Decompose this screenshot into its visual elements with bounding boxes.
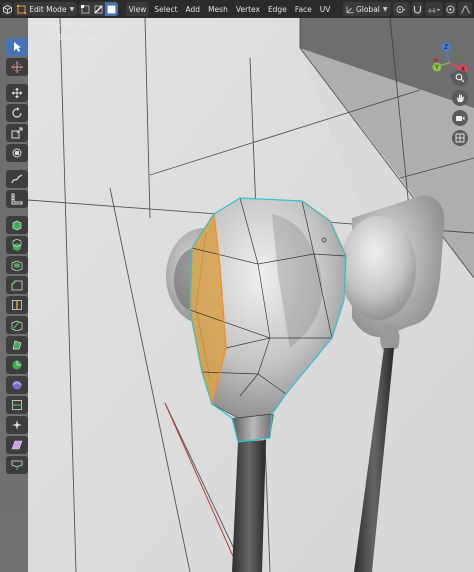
knife-tool[interactable]: [6, 316, 28, 334]
loop-cut-icon: [12, 300, 22, 310]
pivot-point-dropdown[interactable]: [392, 2, 410, 16]
mode-dropdown[interactable]: Edit Mode ▼: [14, 2, 78, 16]
transform-orientation-dropdown[interactable]: Global ▼: [342, 2, 391, 16]
select-mode-group: [79, 2, 119, 16]
viewport-scene: [0, 18, 474, 572]
menu-mesh[interactable]: Mesh: [205, 2, 231, 16]
face-select-button[interactable]: [105, 2, 119, 16]
editor-type-button[interactable]: [2, 2, 13, 16]
projection-toggle-button[interactable]: [452, 130, 468, 146]
tool-shelf: [6, 38, 28, 474]
rotate-tool[interactable]: [6, 104, 28, 122]
snap-target-dropdown[interactable]: [424, 2, 444, 16]
shear-tool[interactable]: [6, 436, 28, 454]
move-arrows-icon: [11, 87, 23, 99]
falloff-dropdown[interactable]: [458, 2, 472, 16]
vertex-select-button[interactable]: [79, 2, 93, 16]
proportional-edit-icon: [446, 5, 455, 13]
edge-slide-tool[interactable]: [6, 396, 28, 414]
axes-icon: [346, 5, 354, 13]
poly-build-icon: [12, 340, 22, 350]
falloff-curve-icon: [460, 5, 470, 13]
shrink-fatten-tool[interactable]: [6, 416, 28, 434]
hand-icon: [457, 94, 464, 102]
cursor-icon: [14, 42, 21, 52]
menu-vertex[interactable]: Vertex: [233, 2, 263, 16]
menu-face[interactable]: Face: [292, 2, 315, 16]
inset-icon: [11, 260, 23, 271]
scale-icon: [11, 127, 23, 139]
camera-view-button[interactable]: [452, 110, 468, 126]
bevel-tool[interactable]: [6, 276, 28, 294]
z-axis-label: Z: [444, 44, 448, 51]
menu-add[interactable]: Add: [183, 2, 204, 16]
rip-icon: [11, 460, 23, 470]
edge-select-icon: [94, 5, 103, 13]
edge-slide-icon: [12, 400, 22, 410]
scale-tool[interactable]: [6, 124, 28, 142]
extrude-icon: [12, 239, 22, 251]
add-cube-icon: [12, 220, 22, 231]
mode-label: Edit Mode: [29, 4, 67, 14]
shrink-fatten-icon: [12, 420, 22, 430]
snap-increment-icon: [427, 7, 440, 13]
viewport-header: Edit Mode ▼ View Select Add Mesh Vertex …: [0, 0, 474, 18]
menu-edge[interactable]: Edge: [265, 2, 290, 16]
menu-select[interactable]: Select: [151, 2, 180, 16]
rip-tool[interactable]: [6, 456, 28, 474]
edit-mode-icon: [17, 4, 27, 14]
measure-tool[interactable]: [6, 190, 28, 208]
spin-icon: [12, 360, 22, 370]
move-tool[interactable]: [6, 84, 28, 102]
extrude-tool[interactable]: [6, 236, 28, 254]
cube-icon: [2, 4, 12, 14]
spin-tool[interactable]: [6, 356, 28, 374]
object-label: (0) Box001.001: [44, 33, 102, 42]
pivot-icon: [396, 5, 406, 13]
transform-tool[interactable]: [6, 144, 28, 162]
transform-icon: [12, 148, 22, 158]
face-select-icon: [107, 5, 116, 13]
ruler-icon: [11, 193, 23, 205]
camera-icon: [456, 116, 465, 121]
orientation-label: Global: [355, 4, 380, 14]
magnet-icon: [413, 5, 421, 14]
cursor-tool[interactable]: [6, 58, 28, 76]
snap-toggle[interactable]: [411, 2, 423, 16]
proportional-edit-toggle[interactable]: [445, 2, 457, 16]
add-cube-tool[interactable]: [6, 216, 28, 234]
3d-cursor-icon: [11, 61, 23, 73]
annotate-icon: [11, 174, 23, 184]
chevron-down-icon: ▼: [69, 5, 75, 13]
select-box-tool[interactable]: [6, 38, 28, 56]
menu-uv[interactable]: UV: [317, 2, 334, 16]
bevel-icon: [11, 280, 23, 291]
3d-viewport[interactable]: User Perspective (0) Box001.001 Z Y: [0, 18, 474, 572]
zoom-button[interactable]: [452, 70, 468, 86]
smooth-icon: [12, 380, 22, 390]
rotate-icon: [12, 107, 22, 118]
magnifier-icon: [455, 73, 465, 83]
grid-icon: [455, 133, 465, 143]
edge-select-button[interactable]: [92, 2, 106, 16]
pan-button[interactable]: [452, 90, 468, 106]
y-axis-label: Y: [434, 64, 439, 71]
inset-tool[interactable]: [6, 256, 28, 274]
smooth-tool[interactable]: [6, 376, 28, 394]
loop-cut-tool[interactable]: [6, 296, 28, 314]
shear-icon: [11, 440, 23, 450]
chevron-down-icon: ▼: [382, 5, 388, 13]
annotate-tool[interactable]: [6, 170, 28, 188]
vertex-select-icon: [81, 4, 90, 13]
poly-build-tool[interactable]: [6, 336, 28, 354]
menu-view[interactable]: View: [125, 2, 150, 16]
knife-icon: [11, 320, 23, 331]
perspective-label: User Perspective: [44, 22, 107, 31]
